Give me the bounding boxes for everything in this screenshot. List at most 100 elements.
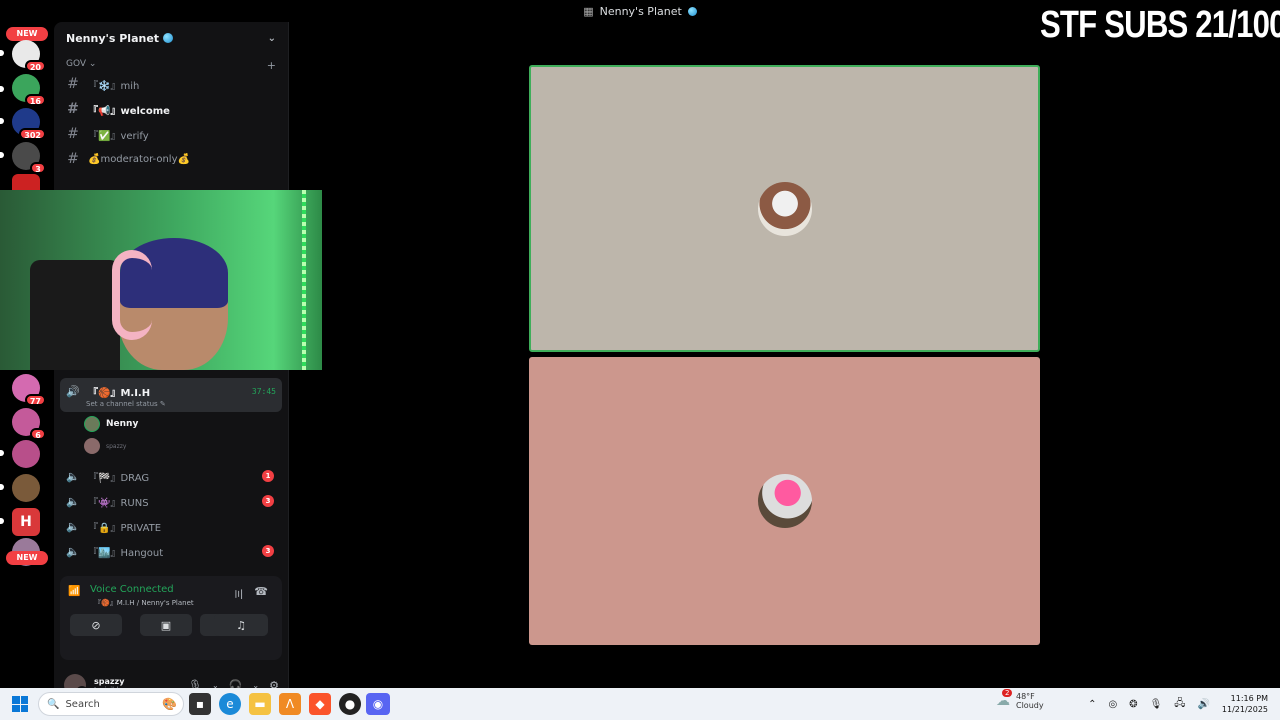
server-icon[interactable]: 302 (12, 108, 46, 140)
camera-off-button[interactable]: ⊘ (70, 614, 122, 636)
voice-connected-label[interactable]: Voice Connected (90, 584, 174, 595)
guild-name: Nenny's Planet (66, 31, 160, 45)
voice-channel-runs[interactable]: 🔈 『👾』RUNS 3 (60, 490, 282, 512)
server-icon[interactable] (12, 474, 40, 502)
server-icon[interactable] (12, 440, 40, 468)
brave-browser-icon[interactable]: ◆ (309, 693, 331, 715)
server-icon[interactable]: 16 (12, 74, 46, 106)
mention-badge: 16 (24, 94, 46, 106)
avatar (84, 416, 100, 432)
server-icon[interactable]: 6 (12, 408, 46, 440)
speaker-icon: 🔊 (66, 385, 80, 398)
channel-welcome[interactable]: # 『📢』welcome (60, 98, 282, 120)
webcam-led-strip (302, 190, 306, 370)
discord-icon[interactable]: ◉ (366, 693, 390, 715)
file-explorer-icon[interactable]: ▬ (249, 693, 271, 715)
signal-icon[interactable]: 📶 (68, 586, 84, 602)
category-gov[interactable]: GOV ⌄ + (66, 59, 276, 72)
voice-connected-subtitle[interactable]: 『🏀』M.I.H / Nenny's Planet (94, 598, 194, 608)
new-unreads-pill-top[interactable]: NEW (6, 27, 48, 41)
app-icon[interactable]: Λ (279, 693, 301, 715)
app-icon[interactable]: ● (339, 693, 361, 715)
mention-badge: 302 (19, 128, 46, 140)
participant-avatar (757, 474, 812, 528)
unread-badge: 3 (262, 545, 274, 557)
voice-user[interactable]: Nenny (84, 416, 138, 432)
window-title: Nenny's Planet (599, 4, 682, 18)
tray-app-icon[interactable]: ❂ (1129, 699, 1137, 710)
voice-channel-label: 『👾』RUNS (88, 497, 149, 509)
category-label: GOV (66, 59, 87, 69)
weather-temp: 48°F (1016, 692, 1035, 701)
hash-icon: # (67, 151, 79, 167)
channel-verify[interactable]: # 『✅』verify (60, 123, 282, 145)
weather-widget[interactable]: ☁ 2 48°F Cloudy (996, 689, 1044, 710)
channel-label: 『📢』welcome (88, 105, 170, 117)
chevron-down-icon[interactable]: ⌄ (268, 33, 276, 44)
channel-label: 『❄️』mih (88, 80, 140, 92)
webcam-background (30, 260, 120, 370)
hash-icon: # (67, 76, 79, 92)
chevron-up-icon[interactable]: ⌃ (1088, 699, 1096, 710)
webcam-person-headphones (112, 250, 152, 340)
voice-connection-panel: 📶 Voice Connected 『🏀』M.I.H / Nenny's Pla… (60, 576, 282, 660)
disconnect-icon[interactable]: ☎ (254, 585, 268, 598)
unread-indicator (0, 450, 4, 456)
globe-icon (163, 33, 174, 43)
channel-status-prompt[interactable]: Set a channel status ✎ (86, 400, 166, 408)
noise-suppression-icon[interactable]: 〣 (233, 586, 244, 602)
task-view-icon[interactable]: ▪ (189, 693, 211, 715)
mention-badge: 77 (24, 394, 46, 406)
stream-overlay-text: STF SUBS 21/100 (1040, 4, 1280, 46)
new-unreads-pill-bottom[interactable]: NEW (6, 551, 48, 565)
weather-badge: 2 (1002, 689, 1013, 697)
volume-icon[interactable]: 🔊 (1197, 699, 1209, 710)
participant-tile-speaking[interactable] (529, 65, 1040, 352)
search-icon: 🔍 (47, 698, 60, 710)
voice-channel-hangout[interactable]: 🔈 『🏙️』Hangout 3 (60, 540, 282, 562)
windows-start-icon[interactable] (12, 696, 28, 712)
soundboard-button[interactable]: ♫ (214, 614, 268, 636)
network-icon[interactable]: 🖧 (1174, 696, 1185, 713)
voice-user[interactable]: spazzy (84, 438, 126, 454)
server-icon[interactable]: 3 (12, 142, 46, 174)
channel-mih[interactable]: # 『❄️』mih (60, 73, 282, 95)
search-placeholder: Search (65, 698, 100, 710)
taskbar: 🔍 Search 🎨 ▪ e ▬ Λ ◆ ● ◉ ☁ 2 48°F Cloudy … (0, 688, 1280, 720)
soundboard-icon: ♫ (236, 618, 246, 632)
voice-channel-drag[interactable]: 🔈 『🏁』DRAG 1 (60, 465, 282, 487)
screen: ▦ Nenny's Planet STF SUBS 21/100 NEW 20 … (0, 0, 1280, 720)
unread-indicator (0, 518, 4, 524)
avatar (84, 438, 100, 454)
channel-moderator-only[interactable]: # 💰moderator-only💰 (60, 148, 282, 170)
unread-indicator (0, 484, 4, 490)
cloud-icon: ☁ 2 (996, 689, 1013, 709)
server-icon[interactable]: 20 (12, 40, 46, 72)
tray-app-icon[interactable]: ◎ (1108, 699, 1117, 710)
screen-share-button[interactable]: ▣ (140, 614, 192, 636)
locked-speaker-icon: 🔈 (66, 519, 80, 533)
screen-share-icon: ▣ (160, 618, 172, 632)
guild-header[interactable]: Nenny's Planet ⌄ (54, 22, 288, 54)
channel-label: 💰moderator-only💰 (88, 153, 190, 165)
add-channel-icon[interactable]: + (267, 59, 276, 72)
participant-tile[interactable] (529, 357, 1040, 645)
edge-browser-icon[interactable]: e (219, 693, 241, 715)
taskbar-search[interactable]: 🔍 Search 🎨 (38, 692, 184, 716)
server-icon[interactable]: H (12, 508, 40, 536)
pencil-icon: ✎ (159, 400, 166, 408)
voice-channel-mih[interactable]: 🔊 『🏀』M.I.H 37:45 Set a channel status ✎ (60, 378, 282, 412)
server-icon[interactable]: 77 (12, 374, 46, 406)
unread-indicator (0, 86, 4, 92)
clock[interactable]: 11:16 PM 11/21/2025 (1222, 693, 1268, 715)
unread-indicator (0, 118, 4, 124)
clock-date: 11/21/2025 (1221, 705, 1268, 714)
voice-channel-label: 『🔒』PRIVATE (88, 522, 162, 534)
mention-badge: 6 (30, 428, 46, 440)
voice-channel-private[interactable]: 🔈 『🔒』PRIVATE (60, 515, 282, 537)
mention-badge: 20 (24, 60, 46, 72)
hash-icon: # (67, 101, 79, 117)
voice-channel-label: 『🏙️』Hangout (88, 547, 164, 559)
channel-label: 『✅』verify (88, 130, 149, 142)
microphone-icon[interactable]: 🎙 (1150, 699, 1163, 710)
